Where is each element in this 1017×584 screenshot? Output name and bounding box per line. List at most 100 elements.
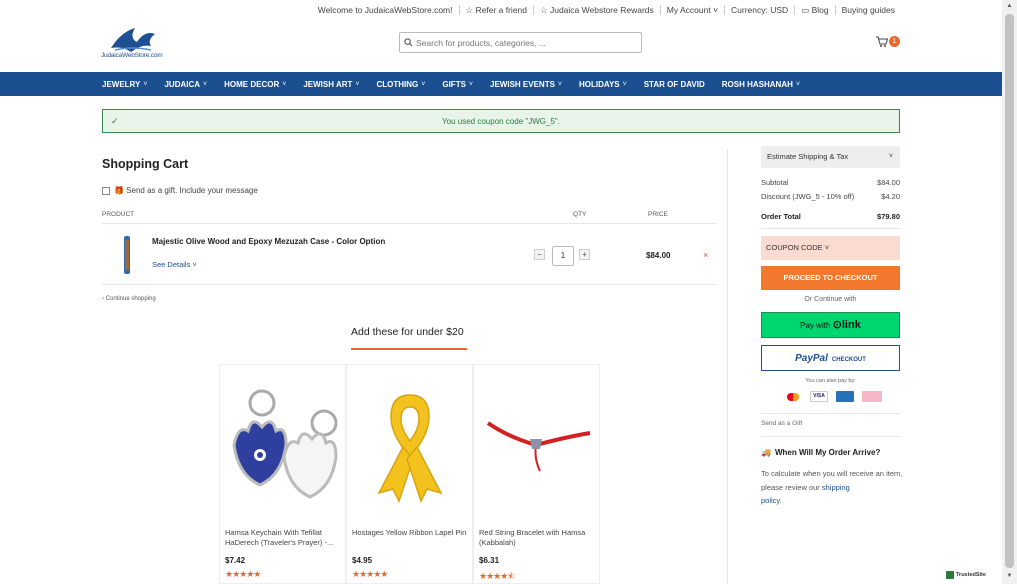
chevron-down-icon: ˅	[888, 153, 893, 160]
amex-icon	[836, 391, 854, 402]
link-logo: ⊙link	[832, 319, 861, 331]
chevron-down-icon: ˅	[203, 80, 208, 88]
product-name[interactable]: Majestic Olive Wood and Epoxy Mezuzah Ca…	[152, 237, 385, 246]
shipping-policy-link[interactable]: shipping	[822, 483, 850, 492]
paypal-logo: PayPal	[795, 353, 828, 364]
buying-guides-link[interactable]: Buying guides	[836, 5, 901, 15]
product-card[interactable]: Hamsa Keychain With Tefillat HaDerech (T…	[219, 364, 346, 584]
chevron-down-icon: ˅	[421, 80, 426, 88]
col-price: PRICE	[648, 211, 668, 218]
truck-icon: 🚚	[761, 448, 771, 457]
chevron-down-icon: ˅	[795, 80, 800, 88]
nav-item-jewelry[interactable]: JEWELRY ˅	[102, 80, 147, 89]
gift-label: 🎁 Send as a gift. Include your message	[114, 186, 258, 195]
rewards-link[interactable]: ☆ Judaica Webstore Rewards	[534, 5, 661, 15]
column-divider	[727, 149, 728, 584]
or-continue-label: Or Continue with	[804, 296, 857, 303]
also-pay-label: You can also pay by:	[805, 378, 856, 384]
paypal-checkout-button[interactable]: PayPal CHECKOUT	[761, 345, 900, 371]
chevron-down-icon: ˅	[282, 80, 287, 88]
divider	[761, 436, 900, 437]
product-card[interactable]: Hostages Yellow Ribbon Lapel Pin $4.95 ★…	[346, 364, 473, 584]
nav-item-star-of-david[interactable]: STAR OF DAVID	[644, 80, 705, 89]
upsell-products: Hamsa Keychain With Tefillat HaDerech (T…	[219, 364, 600, 584]
mastercard-icon	[787, 393, 799, 401]
gift-checkbox[interactable]	[102, 186, 110, 195]
nav-item-gifts[interactable]: GIFTS ˅	[442, 80, 473, 89]
qty-input[interactable]: 1	[552, 246, 574, 266]
product-image	[232, 389, 338, 499]
check-shield-icon	[946, 571, 954, 579]
send-as-gift-link[interactable]: Send as a Gift	[761, 420, 802, 427]
nav-item-rosh-hashanah[interactable]: ROSH HASHANAH ˅	[722, 80, 800, 89]
product-name: Hamsa Keychain With Tefillat HaDerech (T…	[225, 528, 334, 547]
divider	[761, 413, 900, 414]
top-utility-bar: Welcome to JudaicaWebStore.com! ☆ Refer …	[312, 0, 1017, 20]
chevron-down-icon: ˅	[468, 80, 474, 88]
nav-item-clothing[interactable]: CLOTHING ˅	[376, 80, 425, 89]
item-price: $84.00	[646, 251, 671, 260]
upsell-underline	[351, 348, 467, 350]
divider	[761, 228, 900, 229]
nav-item-judaica[interactable]: JUDAICA ˅	[164, 80, 207, 89]
product-image	[377, 394, 443, 503]
delivery-info-title: 🚚 When Will My Order Arrive?	[761, 448, 881, 457]
qty-increase-button[interactable]: +	[579, 249, 590, 260]
chevron-down-icon: ˅	[622, 80, 627, 88]
qty-decrease-button[interactable]: −	[534, 249, 545, 260]
scrollbar-thumb[interactable]	[1005, 14, 1014, 568]
star-rating: ★★★★★	[352, 569, 388, 579]
klarna-icon	[862, 391, 882, 402]
discount-line: Discount (JWG_5 - 10% off) $4.20	[761, 192, 900, 201]
product-price: $7.42	[225, 556, 246, 565]
main-nav: JEWELRY ˅ JUDAICA ˅ HOME DECOR ˅ JEWISH ART…	[0, 72, 1002, 96]
shipping-policy-link-end[interactable]: policy.	[761, 496, 782, 505]
product-image	[486, 421, 591, 472]
see-details-link[interactable]: See Details ˅	[152, 260, 197, 269]
gift-option[interactable]: 🎁 Send as a gift. Include your message	[102, 186, 258, 195]
chevron-down-icon: ˅	[355, 80, 360, 88]
payment-methods: VISA	[784, 391, 890, 402]
col-product: PRODUCT	[102, 211, 135, 218]
coupon-success-alert: ✓ You used coupon code "JWG_5".	[102, 109, 900, 133]
coupon-code-toggle[interactable]: COUPON CODE ˅	[761, 236, 900, 260]
subtotal-line: Subtotal $84.00	[761, 178, 900, 187]
product-price: $4.95	[352, 556, 373, 565]
alert-message: You used coupon code "JWG_5".	[442, 116, 560, 126]
my-account-link[interactable]: My Account ˅	[661, 5, 726, 15]
continue-shopping-link[interactable]: ‹ Continue shopping	[102, 296, 156, 302]
col-qty: QTY	[573, 211, 587, 218]
nav-item-home-decor[interactable]: HOME DECOR ˅	[224, 80, 286, 89]
nav-item-jewish-events[interactable]: JEWISH EVENTS ˅	[490, 80, 562, 89]
cart-item-row: Majestic Olive Wood and Epoxy Mezuzah Ca…	[102, 225, 717, 285]
order-total-line: Order Total $79.80	[761, 212, 900, 221]
scroll-up-arrow[interactable]: ▲	[1005, 3, 1014, 11]
chevron-down-icon: ˅	[557, 80, 563, 88]
search-bar[interactable]	[399, 32, 642, 53]
welcome-text: Welcome to JudaicaWebStore.com!	[312, 5, 460, 15]
product-price: $6.31	[479, 556, 500, 565]
estimate-shipping-toggle[interactable]: Estimate Shipping & Tax ˅	[761, 146, 900, 168]
product-card[interactable]: Red String Bracelet with Hamsa (Kabbalah…	[473, 364, 600, 584]
trustedsite-badge[interactable]: TrustedSite	[946, 571, 986, 579]
proceed-to-checkout-button[interactable]: PROCEED TO CHECKOUT	[761, 266, 900, 290]
blog-link[interactable]: ▭ Blog	[795, 5, 836, 15]
page-title: Shopping Cart	[102, 157, 189, 171]
nav-item-jewish-art[interactable]: JEWISH ART ˅	[303, 80, 359, 89]
cart-table-header: PRODUCT QTY PRICE	[102, 210, 717, 224]
product-thumbnail[interactable]	[122, 236, 132, 274]
logo-text: JudaicaWebStore.com	[101, 52, 163, 59]
cart-count-badge: 1	[889, 36, 900, 47]
search-input[interactable]	[416, 37, 636, 48]
currency-selector[interactable]: Currency: USD	[725, 5, 796, 15]
remove-item-button[interactable]: ×	[703, 250, 708, 260]
scroll-down-arrow[interactable]: ▼	[1005, 573, 1014, 581]
star-rating: ★★★★⯪	[479, 571, 516, 581]
product-name: Hostages Yellow Ribbon Lapel Pin	[352, 528, 467, 537]
refer-friend-link[interactable]: ☆ Refer a friend	[460, 5, 534, 15]
star-rating: ★★★★★	[225, 569, 261, 579]
pay-with-link-button[interactable]: Pay with ⊙link	[761, 312, 900, 338]
search-icon	[404, 38, 413, 47]
upsell-title: Add these for under $20	[351, 326, 464, 338]
nav-item-holidays[interactable]: HOLIDAYS ˅	[579, 80, 627, 89]
